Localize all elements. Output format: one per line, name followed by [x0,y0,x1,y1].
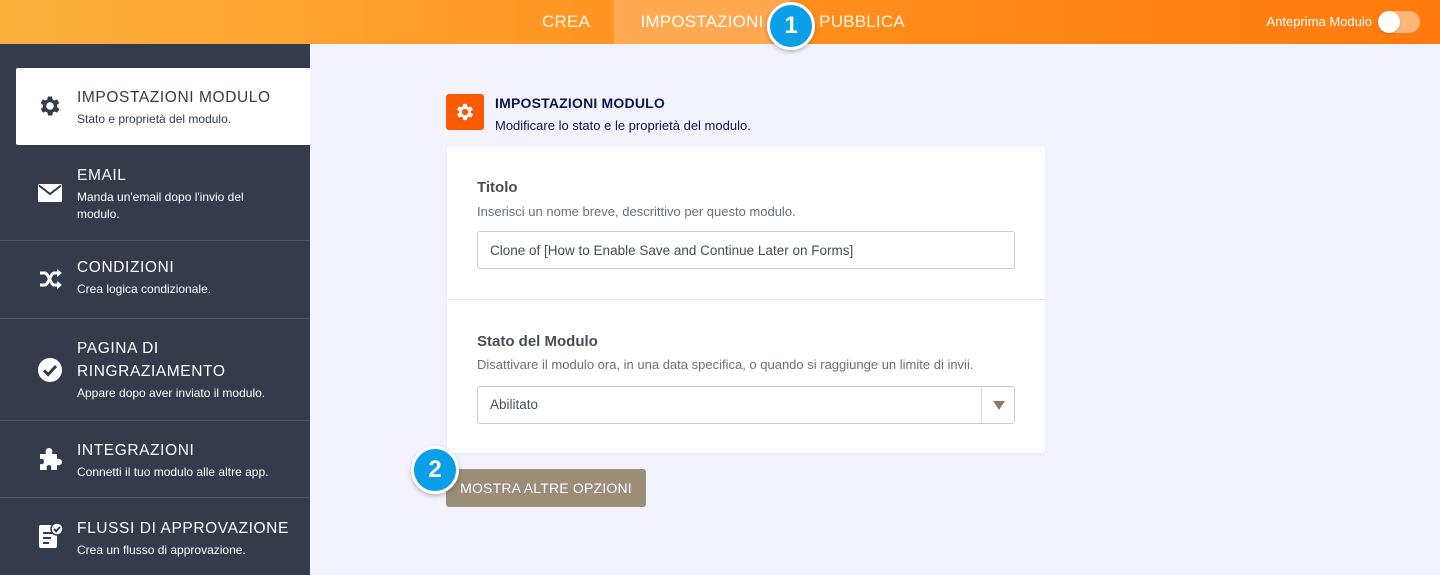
gear-icon [36,92,64,120]
settings-card: Titolo Inserisci un nome breve, descritt… [447,147,1045,453]
sidebar-item-title: EMAIL [77,167,127,184]
sidebar-item-title: INTEGRAZIONI [77,442,195,459]
preview-toggle[interactable] [1378,11,1420,33]
shuffle-icon [36,265,64,293]
sidebar-item-impostazioni-modulo[interactable]: IMPOSTAZIONI MODULO Stato e proprietà de… [16,68,310,145]
sidebar-item-condizioni[interactable]: CONDIZIONI Crea logica condizionale. [0,241,310,319]
form-status-value: Abilitato [490,397,539,412]
page-title: IMPOSTAZIONI MODULO [495,95,665,111]
form-status-select[interactable]: Abilitato [477,386,1015,424]
select-divider [981,387,982,423]
chevron-down-icon [993,401,1005,410]
sidebar-item-desc: Crea un flusso di approvazione. [77,543,246,557]
sidebar-item-title: PAGINA DI RINGRAZIAMENTO [77,340,226,380]
sidebar-item-pagina-ringraziamento[interactable]: PAGINA DI RINGRAZIAMENTO Appare dopo ave… [0,319,310,421]
sidebar-item-desc: Stato e proprietà del modulo. [77,112,232,126]
toggle-knob [1378,11,1400,33]
envelope-icon [36,179,64,207]
form-title-input[interactable] [477,231,1015,269]
sidebar-item-title: FLUSSI DI APPROVAZIONE [77,520,289,537]
sidebar-item-desc: Manda un'email dopo l'invio del modulo. [77,190,244,221]
status-field-label: Stato del Modulo [477,333,598,350]
tab-impostazioni[interactable]: IMPOSTAZIONI [614,0,790,44]
top-navigation-bar: CREA IMPOSTAZIONI PUBBLICA Anteprima Mod… [0,0,1440,44]
sidebar-item-desc: Crea logica condizionale. [77,282,212,296]
sidebar-item-integrazioni[interactable]: INTEGRAZIONI Connetti il tuo modulo alle… [0,421,310,498]
puzzle-icon [36,445,64,473]
sidebar-item-desc: Appare dopo aver inviato il modulo. [77,386,266,400]
card-divider [447,299,1045,300]
page-subtitle: Modificare lo stato e le proprietà del m… [495,118,751,133]
sidebar-item-flussi-approvazione[interactable]: FLUSSI DI APPROVAZIONE Crea un flusso di… [0,498,310,575]
title-field-desc: Inserisci un nome breve, descrittivo per… [477,204,796,219]
sidebar-item-title: CONDIZIONI [77,259,175,276]
approval-icon [36,522,64,550]
title-field-label: Titolo [477,179,518,196]
check-circle-icon [36,356,64,384]
settings-sidebar: IMPOSTAZIONI MODULO Stato e proprietà de… [0,44,310,575]
sidebar-item-title: IMPOSTAZIONI MODULO [77,89,271,106]
step-badge-1: 1 [767,2,815,50]
sidebar-item-email[interactable]: EMAIL Manda un'email dopo l'invio del mo… [0,145,310,241]
tab-crea[interactable]: CREA [518,0,614,44]
status-field-desc: Disattivare il modulo ora, in una data s… [477,357,974,372]
settings-header-gear-icon [446,94,484,130]
sidebar-item-desc: Connetti il tuo modulo alle altre app. [77,465,269,479]
show-more-options-button[interactable]: MOSTRA ALTRE OPZIONI [446,469,646,507]
step-badge-2: 2 [411,446,459,494]
preview-label: Anteprima Modulo [1266,14,1373,29]
